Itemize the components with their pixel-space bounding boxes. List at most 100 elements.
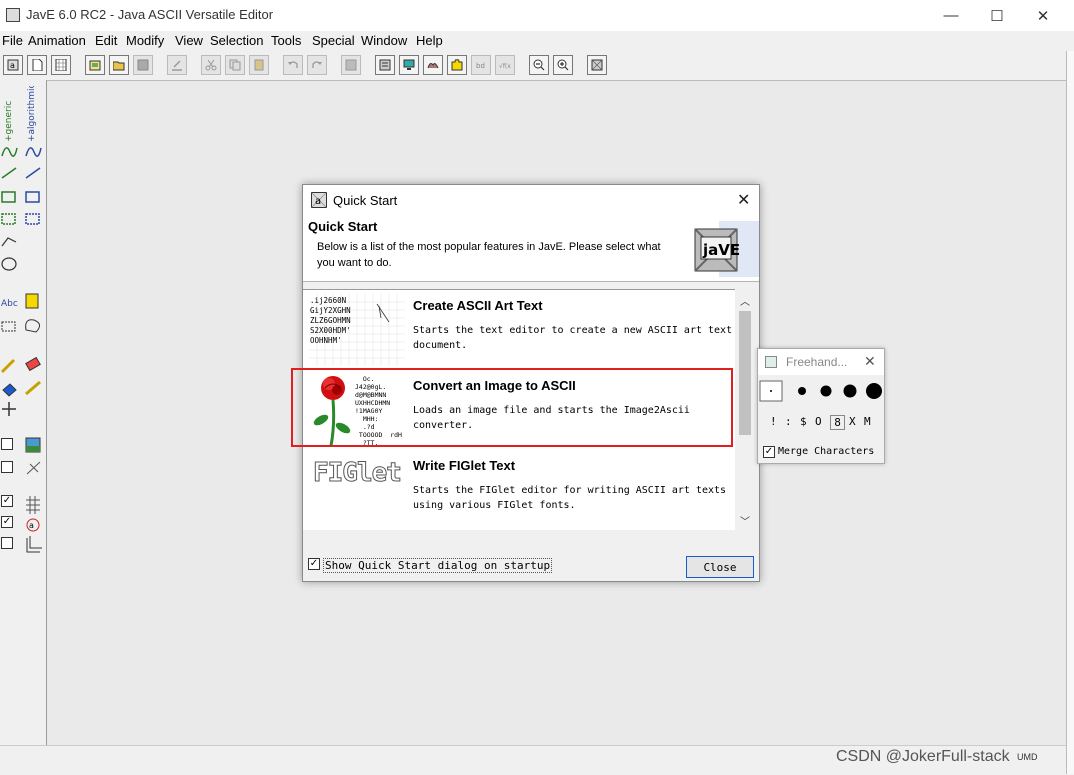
export-icon (172, 60, 182, 71)
selection-rectangle-icon (1, 321, 16, 332)
animal-button[interactable] (423, 55, 443, 75)
dialog-heading: Quick Start (308, 219, 378, 234)
item-description-line1: Starts the text editor to create a new A… (413, 325, 733, 336)
grid-checkbox[interactable]: ✓ (1, 495, 13, 507)
text-file-icon (25, 293, 39, 309)
formula-button[interactable]: √f(x) (495, 55, 515, 75)
menu-file[interactable]: File (2, 33, 23, 48)
image2ascii-button[interactable] (375, 55, 395, 75)
zoom-out-button[interactable] (529, 55, 549, 75)
b-tool-button[interactable]: bd (471, 55, 491, 75)
new-document-icon (32, 59, 43, 71)
filled-rectangle-icon (1, 213, 16, 225)
show-on-startup-label[interactable]: Show Quick Start dialog on startup (323, 558, 553, 573)
open-button[interactable] (109, 55, 129, 75)
zoom-in-button[interactable] (553, 55, 573, 75)
char-option[interactable]: $ (800, 415, 815, 430)
menu-window[interactable]: Window (361, 33, 407, 48)
char-option[interactable]: M (864, 415, 879, 430)
picker-icon (26, 461, 41, 475)
list-scrollbar[interactable]: ︿ ﹀ (735, 289, 755, 529)
menu-edit[interactable]: Edit (95, 33, 117, 48)
thumbnail-figlet: FIGlet (309, 454, 405, 526)
window-title: JavE 6.0 RC2 - Java ASCII Versatile Edit… (26, 7, 274, 22)
tab-generic-icon: +generic (4, 101, 14, 142)
scroll-thumb[interactable] (739, 311, 751, 435)
close-button[interactable]: Close (686, 556, 754, 578)
menu-special[interactable]: Special (312, 33, 355, 48)
freehand-curve-icon (1, 147, 18, 157)
char-option[interactable]: : (785, 415, 800, 430)
line-icon (1, 167, 17, 179)
brush-size-selector[interactable] (758, 379, 884, 403)
char-option[interactable]: X (845, 415, 864, 430)
jave-logo-icon: a (7, 59, 19, 71)
merge-characters-checkbox[interactable]: ✓ (763, 446, 775, 458)
new-document-button[interactable] (27, 55, 47, 75)
title-bar: JavE 6.0 RC2 - Java ASCII Versatile Edit… (0, 0, 1074, 31)
char-option[interactable]: ! (770, 415, 785, 430)
puzzle-button[interactable] (447, 55, 467, 75)
dialog-title-bar: a Quick Start ✕ (303, 185, 759, 215)
svg-text:a: a (315, 196, 321, 207)
ellipse-icon (1, 257, 17, 271)
list-item-figlet[interactable]: FIGlet Write FIGlet Text Starts the FIGl… (303, 450, 735, 530)
palette-graphics: +generic +algorithmic Abc a (0, 86, 42, 553)
merge-characters-label[interactable]: Merge Characters (778, 446, 874, 457)
image-icon (345, 59, 357, 71)
item-description-line2: document. (413, 340, 468, 351)
scroll-up-icon[interactable]: ︿ (740, 293, 750, 308)
quick-start-button[interactable] (587, 55, 607, 75)
paste-button[interactable] (249, 55, 269, 75)
dialog-description-line1: Below is a list of the most popular feat… (317, 241, 661, 253)
svg-text:Abc: Abc (1, 299, 18, 309)
image-button[interactable] (341, 55, 361, 75)
maximize-button[interactable]: ☐ (974, 0, 1020, 31)
item-description-line2: using various FIGlet fonts. (413, 500, 576, 511)
menu-help[interactable]: Help (416, 33, 443, 48)
jave-logo-icon (591, 59, 603, 71)
scroll-down-icon[interactable]: ﹀ (740, 513, 750, 528)
algo-filled-rectangle-icon (25, 213, 40, 225)
app-icon (6, 8, 20, 22)
palette-checkbox-2[interactable] (1, 461, 13, 473)
minimize-button[interactable]: — (928, 0, 974, 31)
export-button[interactable] (167, 55, 187, 75)
background-image-icon (25, 437, 41, 453)
highlight-box (291, 368, 733, 447)
crop-checkbox[interactable] (1, 537, 13, 549)
menu-bar: File Animation Edit Modify View Selectio… (0, 31, 1074, 51)
save-button[interactable] (133, 55, 153, 75)
char-option[interactable]: O (815, 415, 830, 430)
list-item-create-ascii-art[interactable]: .ij2660N GijY2XGHN ZLZ6GOHMN S2X00HDM' O… (303, 290, 735, 370)
cut-button[interactable] (201, 55, 221, 75)
menu-modify[interactable]: Modify (126, 33, 164, 48)
new-grid-button[interactable] (51, 55, 71, 75)
dialog-close-icon[interactable]: ✕ (737, 190, 750, 210)
undo-button[interactable] (283, 55, 303, 75)
right-edge-window (1066, 51, 1074, 774)
show-on-startup-checkbox[interactable]: ✓ (308, 558, 320, 570)
copy-button[interactable] (225, 55, 245, 75)
menu-tools[interactable]: Tools (271, 33, 301, 48)
freehand-close-icon[interactable]: ✕ (864, 353, 876, 370)
palette-checkbox-1[interactable] (1, 438, 13, 450)
thumbnail-ascii-sample: .ij2660N GijY2XGHN ZLZ6GOHMN S2X00HDM' O… (310, 296, 351, 345)
new-from-template-button[interactable] (85, 55, 105, 75)
thumbnail-button[interactable] (399, 55, 419, 75)
eraser-icon (25, 356, 41, 372)
close-window-button[interactable]: ✕ (1020, 0, 1066, 31)
char-option-selected[interactable]: 8 (830, 415, 845, 430)
freehand-panel: Freehand... ✕ ! : $ O 8 X M ✓ Merge Char… (757, 348, 885, 464)
zoom-in-icon (557, 59, 569, 71)
camel-icon (427, 63, 439, 69)
redo-button[interactable] (307, 55, 327, 75)
about-button[interactable]: a (3, 55, 23, 75)
menu-animation[interactable]: Animation (28, 33, 86, 48)
jave-checkbox[interactable]: ✓ (1, 516, 13, 528)
brush-icon (0, 358, 16, 374)
svg-text:bd: bd (476, 62, 485, 70)
menu-view[interactable]: View (175, 33, 203, 48)
menu-selection[interactable]: Selection (210, 33, 263, 48)
crop-icon (26, 536, 42, 553)
